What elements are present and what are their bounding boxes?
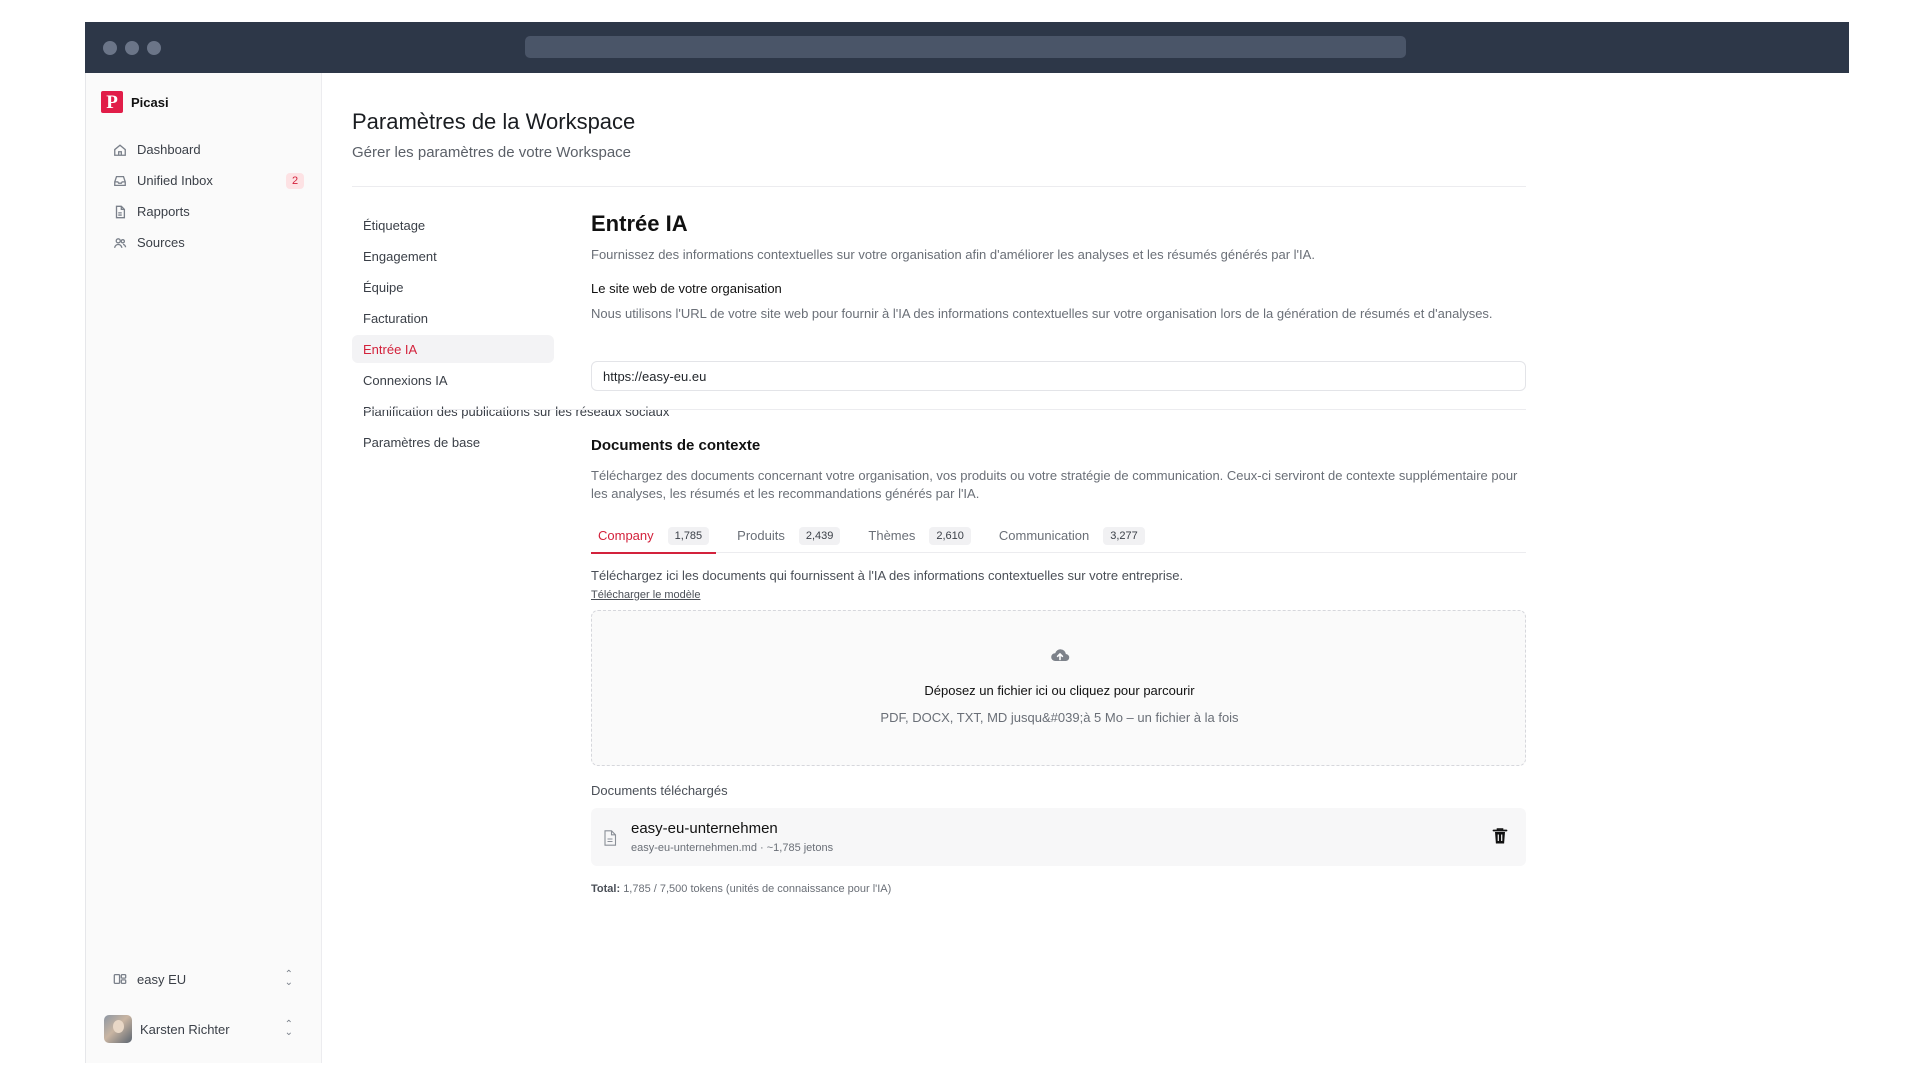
tab-description: Téléchargez ici les documents qui fourni… (591, 568, 1184, 583)
token-total-label: Total: (591, 883, 621, 895)
page-title: Paramètres de la Workspace (352, 109, 636, 134)
file-name: easy-eu-unternehmen (631, 820, 778, 837)
sidebar-item-rapports[interactable]: Rapports (108, 196, 304, 227)
user-menu[interactable]: Karsten Richter ⌃ ⌄ (104, 1015, 293, 1043)
section-title: Entrée IA (591, 211, 688, 236)
workspace-name: easy EU (137, 971, 187, 987)
brand-name: Picasi (131, 94, 169, 110)
tab-company[interactable]: Company 1,785 (591, 518, 717, 554)
tab-etiquetage[interactable]: Étiquetage (352, 211, 554, 239)
tab-connexions-ia[interactable]: Connexions IA (352, 366, 554, 394)
website-label: Le site web de votre organisation (591, 281, 782, 296)
uploaded-documents-title: Documents téléchargés (591, 783, 728, 798)
sidebar-item-sources[interactable]: Sources (108, 227, 304, 258)
workspace-icon (113, 973, 127, 985)
app-window: P Picasi Dashboard Unified Inbox 2 Rappo… (85, 73, 1849, 1063)
divider (363, 409, 1526, 410)
section-description: Fournissez des informations contextuelle… (591, 247, 1315, 262)
main-nav: Dashboard Unified Inbox 2 Rapports Sourc… (108, 134, 304, 258)
document-icon (604, 830, 617, 846)
tab-equipe[interactable]: Équipe (352, 273, 554, 301)
context-documents-title: Documents de contexte (591, 437, 761, 454)
tab-entree-ia[interactable]: Entrée IA (352, 335, 554, 363)
home-icon (114, 143, 126, 156)
tab-produits[interactable]: Produits 2,439 (730, 518, 847, 553)
document-category-tabs: Company 1,785 Produits 2,439 Thèmes 2,61… (591, 518, 1526, 554)
tab-label: Communication (998, 528, 1090, 543)
window-maximize-dot[interactable] (147, 41, 161, 55)
file-icon (115, 205, 126, 218)
list-item: easy-eu-unternehmen easy-eu-unternehmen.… (591, 808, 1526, 866)
user-name: Karsten Richter (140, 1021, 230, 1037)
browser-chrome (85, 22, 1849, 73)
inbox-icon (114, 175, 126, 186)
file-meta: easy-eu-unternehmen.md · ~1,785 jetons (631, 842, 834, 854)
tab-communication[interactable]: Communication 3,277 (992, 518, 1152, 553)
sidebar-item-label: Dashboard (137, 142, 201, 157)
address-bar[interactable] (525, 36, 1406, 58)
tab-facturation[interactable]: Facturation (352, 304, 554, 332)
unread-badge: 2 (286, 173, 304, 189)
trash-icon[interactable] (1492, 827, 1508, 845)
chevron-up-down-icon: ⌃ ⌄ (284, 1019, 293, 1038)
sidebar: P Picasi Dashboard Unified Inbox 2 Rappo… (86, 73, 322, 1063)
page-subtitle: Gérer les paramètres de votre Workspace (352, 144, 632, 161)
brand-logo: P (101, 91, 123, 113)
tab-label: Company (598, 528, 654, 543)
workspace-switcher[interactable]: easy EU ⌃ ⌄ (113, 969, 293, 988)
users-icon (113, 237, 127, 248)
token-count-badge: 2,439 (798, 526, 841, 545)
chevron-up-down-icon: ⌃ ⌄ (284, 969, 293, 988)
file-dropzone[interactable]: Déposez un fichier ici ou cliquez pour p… (591, 610, 1526, 766)
sidebar-item-dashboard[interactable]: Dashboard (108, 134, 304, 165)
context-documents-description: Téléchargez des documents concernant vot… (591, 468, 1518, 501)
settings-nav: Étiquetage Engagement Équipe Facturation… (352, 211, 669, 459)
token-count-badge: 3,277 (1103, 526, 1145, 545)
download-template-link[interactable]: Télécharger le modèle (591, 589, 700, 601)
window-close-dot[interactable] (103, 41, 117, 55)
dropzone-subtitle: PDF, DOCX, TXT, MD jusqu&#039;à 5 Mo – u… (880, 710, 1239, 725)
window-minimize-dot[interactable] (125, 41, 139, 55)
tab-label: Produits (737, 528, 785, 543)
token-total-value: 1,785 / 7,500 tokens (unités de connaiss… (623, 883, 892, 895)
website-url-input[interactable] (591, 361, 1526, 391)
cloud-upload-icon (1051, 649, 1070, 662)
sidebar-item-unified-inbox[interactable]: Unified Inbox 2 (108, 165, 304, 196)
divider (352, 186, 1526, 187)
tab-engagement[interactable]: Engagement (352, 242, 554, 270)
sidebar-item-label: Rapports (137, 204, 190, 219)
tab-themes[interactable]: Thèmes 2,610 (861, 518, 978, 553)
brand[interactable]: P Picasi (101, 91, 169, 113)
token-count-badge: 1,785 (667, 526, 710, 545)
dropzone-title: Déposez un fichier ici ou cliquez pour p… (924, 683, 1195, 698)
tab-parametres-de-base[interactable]: Paramètres de base (352, 428, 554, 456)
website-help-text: Nous utilisons l'URL de votre site web p… (591, 306, 1493, 321)
tab-planification-publications[interactable]: Planification des publications sur les r… (352, 397, 669, 425)
tab-label: Thèmes (868, 528, 916, 543)
avatar (104, 1015, 132, 1043)
token-total: Total: 1,785 / 7,500 tokens (unités de c… (591, 883, 891, 895)
sidebar-item-label: Unified Inbox (137, 173, 213, 188)
sidebar-item-label: Sources (137, 235, 185, 250)
token-count-badge: 2,610 (929, 526, 971, 545)
